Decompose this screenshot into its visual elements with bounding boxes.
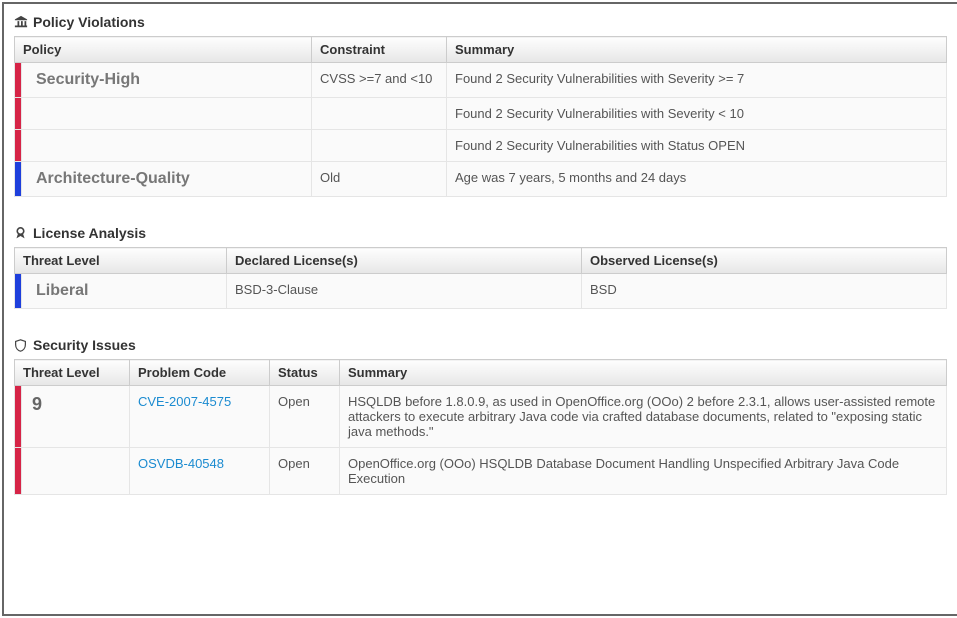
col-threat: Threat Level bbox=[15, 360, 130, 386]
threat-cell: Liberal bbox=[22, 274, 227, 309]
section-title: License Analysis bbox=[33, 225, 146, 241]
col-declared: Declared License(s) bbox=[227, 248, 582, 274]
table-row: Found 2 Security Vulnerabilities with Se… bbox=[15, 98, 947, 130]
policy-violations-section: Policy Violations Policy Constraint Summ… bbox=[14, 14, 947, 197]
table-row: OSVDB-40548 OpenOpenOffice.org (OOo) HSQL… bbox=[15, 448, 947, 495]
summary-cell: Found 2 Security Vulnerabilities with Se… bbox=[447, 98, 947, 130]
status-cell: Open bbox=[270, 386, 340, 448]
security-issues-table: Threat Level Problem Code Status Summary… bbox=[14, 359, 947, 495]
severity-indicator bbox=[15, 448, 22, 495]
summary-cell: Found 2 Security Vulnerabilities with Se… bbox=[447, 63, 947, 98]
threat-cell: 9 bbox=[22, 386, 130, 448]
constraint-cell: CVSS >=7 and <10 bbox=[312, 63, 447, 98]
code-cell: OSVDB-40548 bbox=[130, 448, 270, 495]
policy-violations-header: Policy Violations bbox=[14, 14, 947, 30]
table-row: LiberalBSD-3-ClauseBSD bbox=[15, 274, 947, 309]
license-analysis-section: License Analysis Threat Level Declared L… bbox=[14, 225, 947, 309]
shield-icon bbox=[14, 339, 29, 352]
severity-indicator bbox=[15, 98, 22, 130]
severity-indicator bbox=[15, 386, 22, 448]
status-cell: Open bbox=[270, 448, 340, 495]
summary-cell: HSQLDB before 1.8.0.9, as used in OpenOf… bbox=[340, 386, 947, 448]
col-summary: Summary bbox=[340, 360, 947, 386]
security-issues-section: Security Issues Threat Level Problem Cod… bbox=[14, 337, 947, 495]
problem-code-link[interactable]: OSVDB-40548 bbox=[138, 456, 224, 471]
section-title: Security Issues bbox=[33, 337, 136, 353]
table-row: Found 2 Security Vulnerabilities with St… bbox=[15, 130, 947, 162]
license-analysis-header: License Analysis bbox=[14, 225, 947, 241]
constraint-cell: Old bbox=[312, 162, 447, 197]
observed-cell: BSD bbox=[582, 274, 947, 309]
table-row: Architecture-QualityOldAge was 7 years, … bbox=[15, 162, 947, 197]
ribbon-icon bbox=[14, 227, 29, 240]
severity-indicator bbox=[15, 63, 22, 98]
section-title: Policy Violations bbox=[33, 14, 145, 30]
problem-code-link[interactable]: CVE-2007-4575 bbox=[138, 394, 231, 409]
table-row: Security-HighCVSS >=7 and <10Found 2 Sec… bbox=[15, 63, 947, 98]
severity-indicator bbox=[15, 162, 22, 197]
threat-cell bbox=[22, 448, 130, 495]
license-analysis-table: Threat Level Declared License(s) Observe… bbox=[14, 247, 947, 309]
summary-cell: Found 2 Security Vulnerabilities with St… bbox=[447, 130, 947, 162]
policy-violations-table: Policy Constraint Summary Security-HighC… bbox=[14, 36, 947, 197]
declared-cell: BSD-3-Clause bbox=[227, 274, 582, 309]
summary-cell: Age was 7 years, 5 months and 24 days bbox=[447, 162, 947, 197]
policy-cell bbox=[22, 98, 312, 130]
col-policy: Policy bbox=[15, 37, 312, 63]
constraint-cell bbox=[312, 130, 447, 162]
col-summary: Summary bbox=[447, 37, 947, 63]
col-status: Status bbox=[270, 360, 340, 386]
severity-indicator bbox=[15, 274, 22, 309]
bank-icon bbox=[14, 15, 29, 29]
col-constraint: Constraint bbox=[312, 37, 447, 63]
summary-cell: OpenOffice.org (OOo) HSQLDB Database Doc… bbox=[340, 448, 947, 495]
policy-cell bbox=[22, 130, 312, 162]
security-issues-header: Security Issues bbox=[14, 337, 947, 353]
code-cell: CVE-2007-4575 bbox=[130, 386, 270, 448]
col-threat: Threat Level bbox=[15, 248, 227, 274]
policy-cell: Architecture-Quality bbox=[22, 162, 312, 197]
col-code: Problem Code bbox=[130, 360, 270, 386]
policy-cell: Security-High bbox=[22, 63, 312, 98]
severity-indicator bbox=[15, 130, 22, 162]
table-row: 9 CVE-2007-4575 OpenHSQLDB before 1.8.0.9,… bbox=[15, 386, 947, 448]
col-observed: Observed License(s) bbox=[582, 248, 947, 274]
constraint-cell bbox=[312, 98, 447, 130]
